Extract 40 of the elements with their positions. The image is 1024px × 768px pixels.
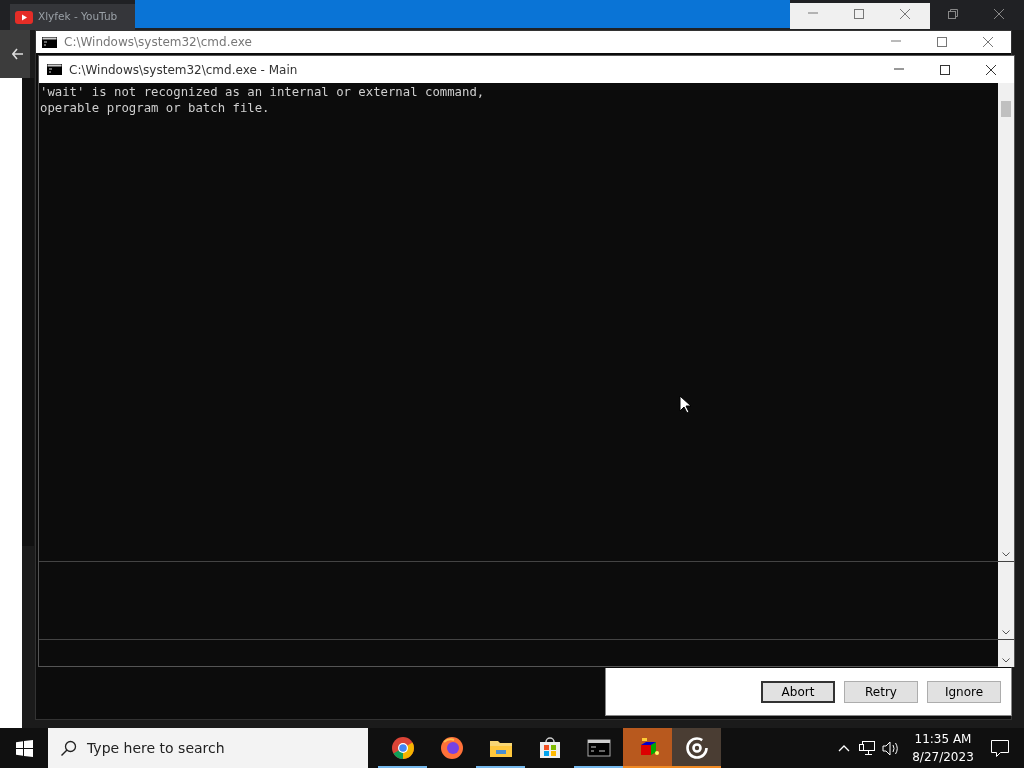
target-icon — [684, 736, 709, 760]
dialog-button[interactable]: Retry — [844, 680, 918, 703]
scroll-down-icon[interactable] — [1002, 552, 1010, 557]
browser-toolbar — [0, 30, 30, 78]
clock[interactable]: 11:35 AM 8/27/2023 — [907, 730, 979, 766]
close-icon[interactable] — [985, 63, 997, 76]
console-icon — [47, 64, 62, 75]
time-text: 11:35 AM — [913, 731, 973, 748]
scrollbar[interactable] — [998, 83, 1014, 561]
dialog-button[interactable]: Abort — [761, 680, 835, 703]
console-icon — [42, 36, 57, 48]
console-text: operable program or batch file. — [40, 100, 271, 116]
scroll-down-icon[interactable] — [1002, 658, 1010, 663]
volume-icon[interactable] — [882, 740, 899, 756]
dialog-button[interactable]: Ignore — [927, 680, 1001, 703]
scrollbar-thumb[interactable] — [1001, 101, 1011, 117]
network-icon[interactable] — [859, 740, 876, 756]
restore-icon[interactable] — [947, 8, 959, 20]
scrollbar[interactable] — [998, 640, 1014, 667]
notification-icon[interactable] — [991, 739, 1009, 757]
chevron-up-icon[interactable] — [838, 744, 850, 752]
browser-tab[interactable]: Xlyfek - YouTub — [10, 4, 135, 30]
taskbar-button[interactable] — [672, 728, 721, 768]
scroll-down-icon[interactable] — [1002, 630, 1010, 635]
maximize-icon[interactable] — [939, 63, 951, 76]
chrome-icon — [390, 736, 415, 760]
search-field[interactable]: Type here to search — [48, 728, 368, 768]
search-icon — [60, 739, 77, 757]
console-text: 'wait' is not recognized as an internal or external command, — [40, 84, 486, 100]
shopping-bag-icon — [537, 736, 562, 760]
console-icon — [586, 736, 611, 760]
window-title: C:\Windows\system32\cmd.exe — [64, 34, 253, 51]
firefox-icon — [439, 736, 464, 760]
back-icon[interactable] — [12, 48, 24, 60]
start-icon[interactable] — [15, 739, 33, 757]
date-text: 8/27/2023 — [911, 749, 975, 766]
cursor-icon — [679, 395, 691, 414]
video-icon — [15, 10, 33, 24]
scrollbar[interactable] — [998, 562, 1014, 639]
window-title: C:\Windows\system32\cmd.exe - Main — [69, 61, 299, 79]
